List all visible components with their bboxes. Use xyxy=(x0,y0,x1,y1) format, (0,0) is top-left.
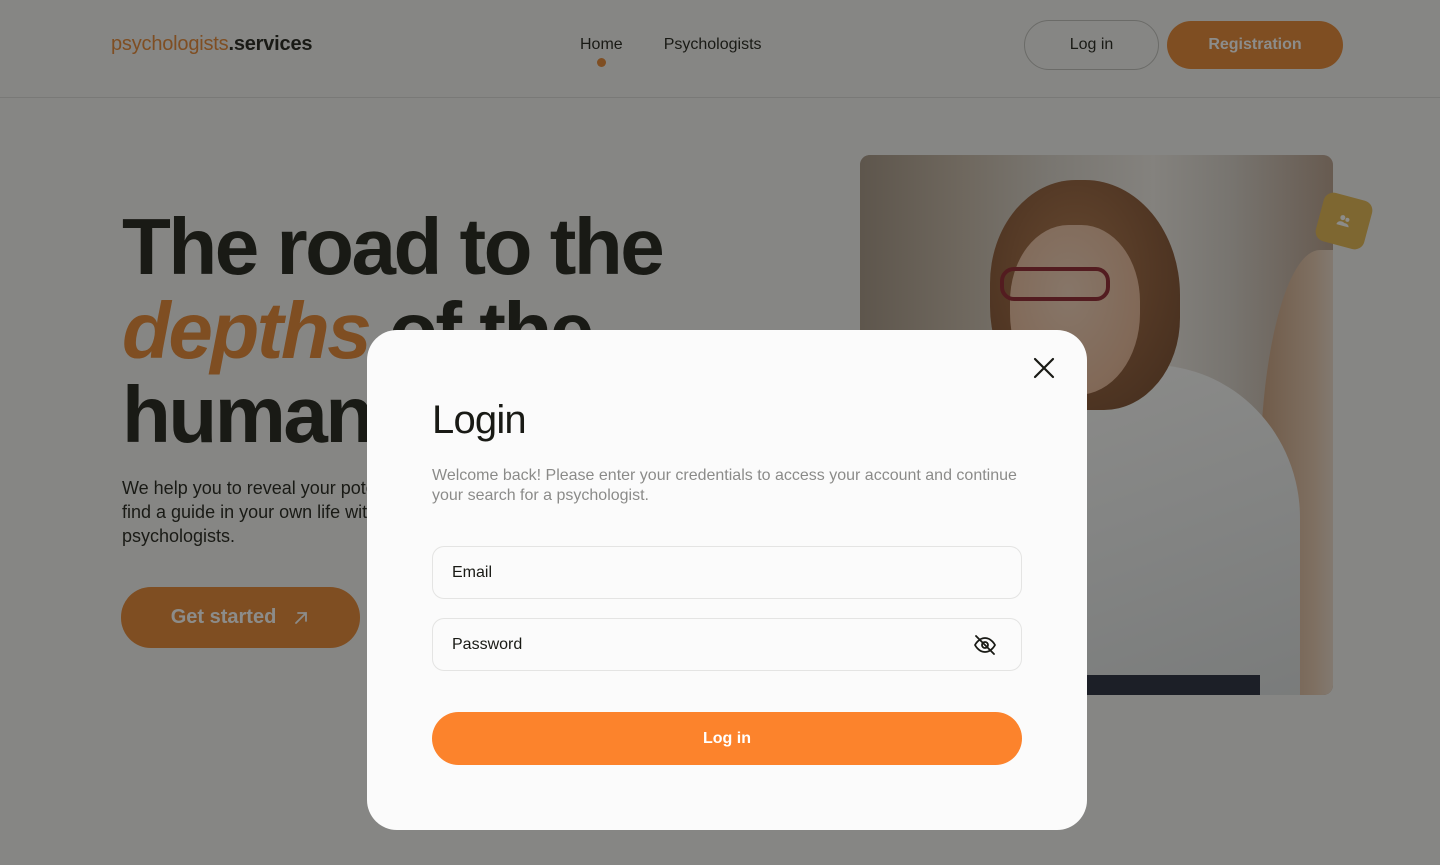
password-field[interactable] xyxy=(432,618,1022,671)
login-modal: Login Welcome back! Please enter your cr… xyxy=(367,330,1087,830)
email-field[interactable] xyxy=(432,546,1022,599)
modal-description: Welcome back! Please enter your credenti… xyxy=(432,467,1017,504)
password-toggle-button[interactable] xyxy=(973,633,997,657)
close-icon xyxy=(1033,357,1055,379)
eye-off-icon xyxy=(974,635,996,655)
login-submit-button[interactable]: Log in xyxy=(432,712,1022,765)
close-button[interactable] xyxy=(1031,355,1057,381)
modal-title: Login xyxy=(432,398,527,442)
